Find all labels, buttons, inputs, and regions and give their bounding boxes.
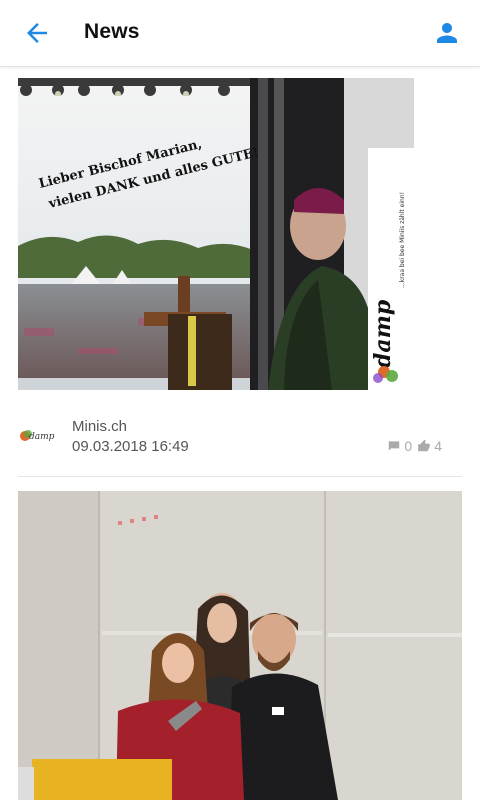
- like-count: 4: [434, 438, 442, 454]
- post-source[interactable]: Minis.ch: [72, 418, 127, 435]
- arrow-left-icon[interactable]: [22, 18, 52, 48]
- post-divider: [18, 476, 462, 477]
- post-image[interactable]: [18, 491, 462, 800]
- comment-count: 0: [404, 438, 413, 454]
- post-date: 09.03.2018 16:49: [72, 438, 189, 455]
- post-image[interactable]: Lieber Bischof Marian, vielen DANK und a…: [18, 78, 414, 390]
- post-meta: damp Minis.ch 09.03.2018 16:49 0 4: [18, 408, 462, 468]
- image-logo-text: damp: [370, 299, 396, 368]
- image-side-text: ...kraa bei bee Miniis zählt einn!: [399, 192, 406, 288]
- app-bar: News: [0, 0, 480, 67]
- post-image-graphic: [18, 491, 462, 800]
- person-icon[interactable]: [432, 18, 462, 48]
- svg-text:damp: damp: [29, 432, 55, 442]
- thumbs-up-icon[interactable]: [417, 439, 431, 453]
- page-title: News: [84, 20, 140, 43]
- comment-icon[interactable]: [387, 439, 401, 453]
- post-image-graphic: Lieber Bischof Marian, vielen DANK und a…: [18, 78, 414, 390]
- post-stats: 0 4: [387, 438, 442, 454]
- source-logo: damp: [20, 430, 55, 442]
